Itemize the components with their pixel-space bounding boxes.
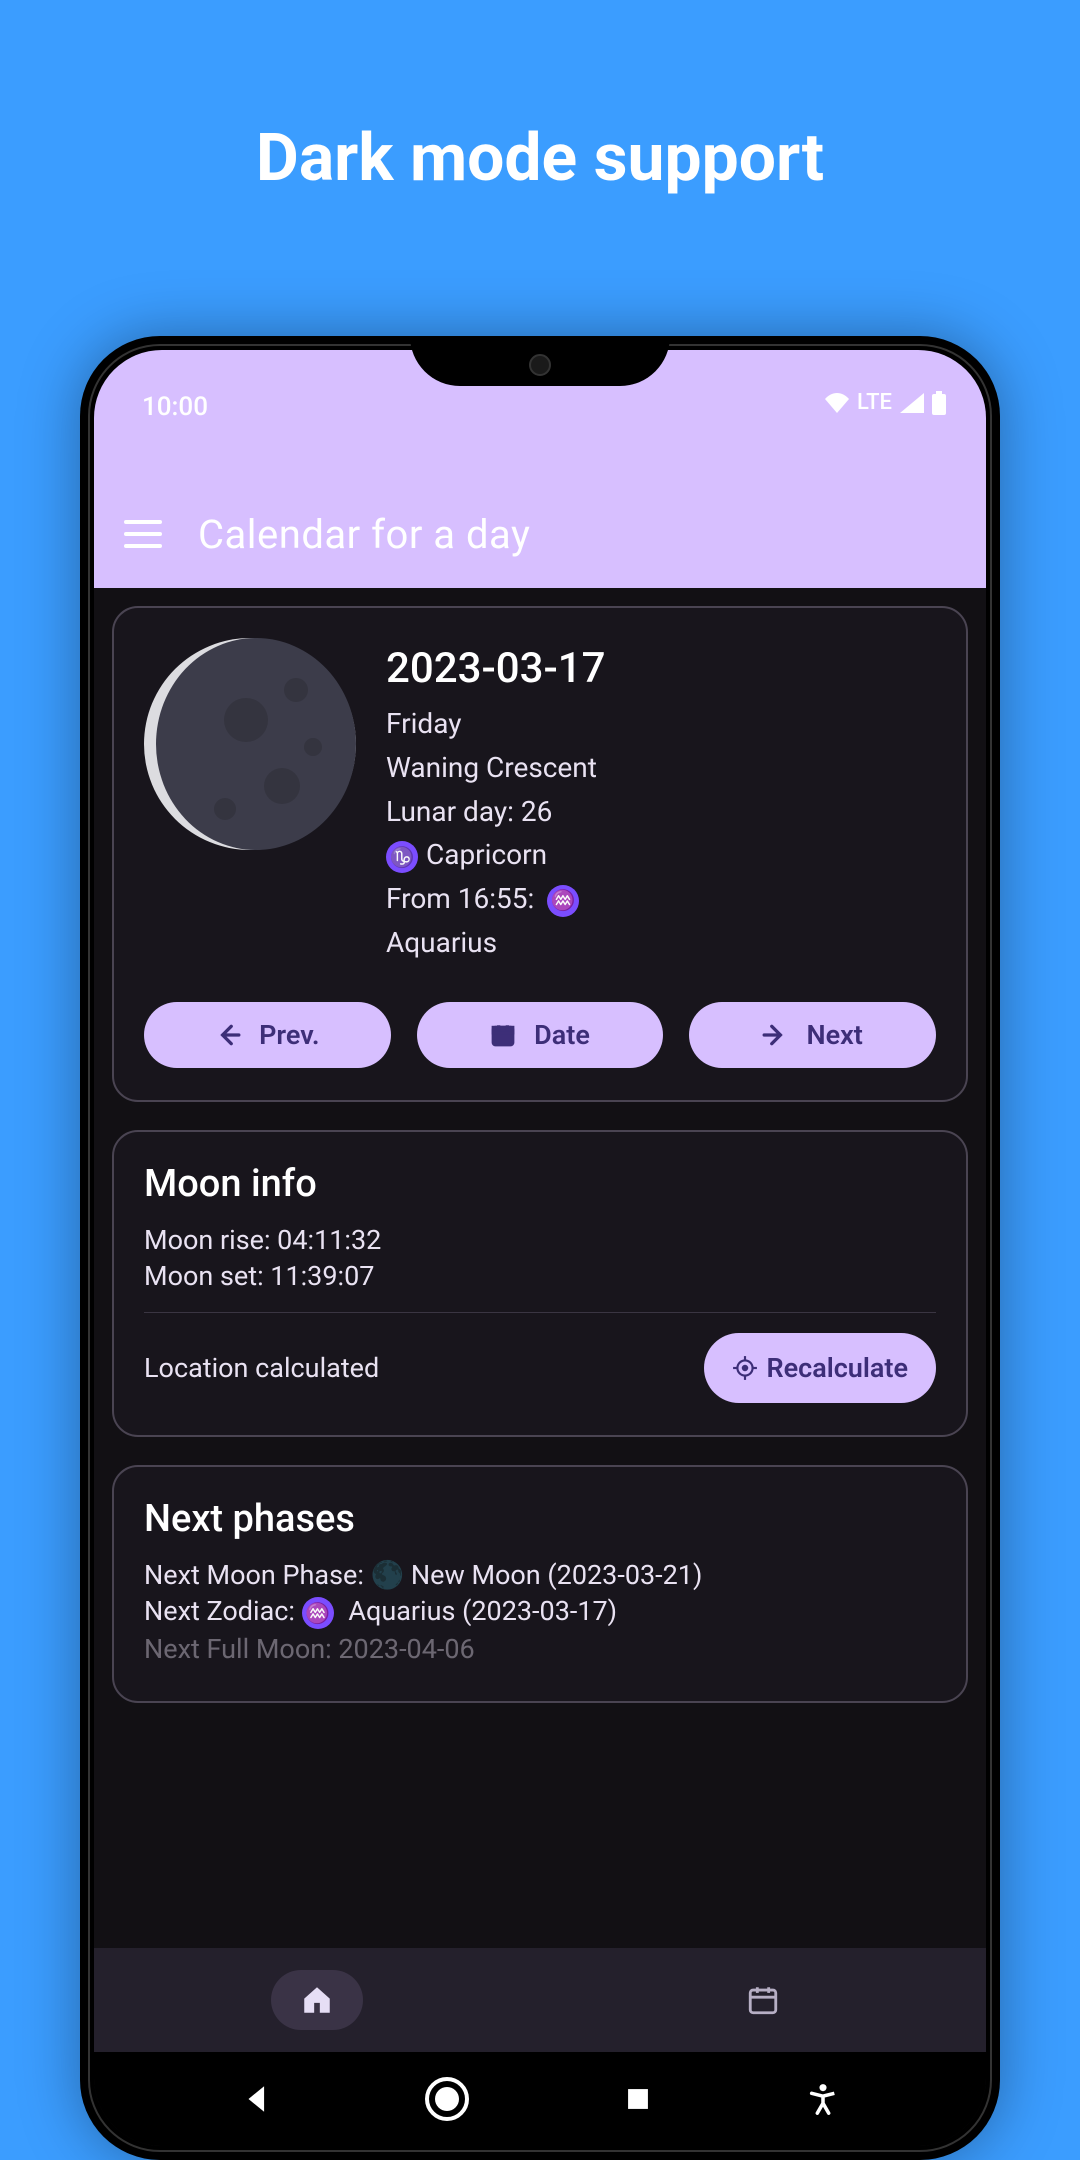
moon-rise-label: Moon rise: 04:11:32 xyxy=(144,1224,936,1256)
date-heading: 2023-03-17 xyxy=(386,644,936,693)
content-area: 2023-03-17 Friday Waning Crescent Lunar … xyxy=(94,588,986,1721)
zodiac-from-row: From 16:55: ♒ xyxy=(386,880,936,918)
phase-label: Waning Crescent xyxy=(386,749,936,787)
date-nav-row: Prev. Date Next xyxy=(144,1002,936,1068)
system-nav xyxy=(94,2052,986,2146)
menu-icon[interactable] xyxy=(124,520,162,548)
app-bar: Calendar for a day xyxy=(94,480,986,588)
nav-calendar[interactable] xyxy=(540,1948,986,2052)
prev-button[interactable]: Prev. xyxy=(144,1002,391,1068)
moon-info-card: Moon info Moon rise: 04:11:32 Moon set: … xyxy=(112,1130,968,1437)
weekday-label: Friday xyxy=(386,705,936,743)
day-info: 2023-03-17 Friday Waning Crescent Lunar … xyxy=(386,638,936,968)
zodiac-row: ♑Capricorn xyxy=(386,836,936,874)
signal-icon xyxy=(900,393,924,413)
next-button-label: Next xyxy=(806,1019,862,1051)
date-button[interactable]: Date xyxy=(417,1002,664,1068)
prev-button-label: Prev. xyxy=(259,1019,320,1051)
battery-icon xyxy=(932,391,946,415)
wifi-icon xyxy=(825,393,849,413)
accessibility-icon[interactable] xyxy=(806,2082,840,2116)
bottom-nav xyxy=(94,1948,986,2052)
next-button[interactable]: Next xyxy=(689,1002,936,1068)
zodiac-label: Capricorn xyxy=(426,838,547,871)
next-phases-card: Next phases Next Moon Phase: 🌑 New Moon … xyxy=(112,1465,968,1703)
day-card: 2023-03-17 Friday Waning Crescent Lunar … xyxy=(112,606,968,1102)
arrow-right-icon xyxy=(762,1022,788,1048)
phone-notch xyxy=(410,336,670,386)
next-full-moon-label: Next Full Moon: 2023-04-06 xyxy=(144,1633,936,1665)
back-icon[interactable] xyxy=(240,2082,274,2116)
next-zodiac-line: Next Zodiac: ♒ Aquarius (2023-03-17) xyxy=(144,1595,936,1629)
target-icon xyxy=(732,1355,758,1381)
home-icon xyxy=(300,1983,334,2017)
from-time-label: From 16:55: xyxy=(386,882,534,915)
moon-set-label: Moon set: 11:39:07 xyxy=(144,1260,936,1292)
capricorn-icon: ♑ xyxy=(386,841,418,873)
aquarius-icon: ♒ xyxy=(302,1597,334,1629)
next-phase-label: Next Moon Phase: 🌑 New Moon (2023-03-21) xyxy=(144,1559,936,1591)
home-system-icon[interactable] xyxy=(425,2077,469,2121)
lunar-day-label: Lunar day: 26 xyxy=(386,793,936,831)
recalculate-button[interactable]: Recalculate xyxy=(704,1333,936,1403)
recalculate-label: Recalculate xyxy=(766,1352,908,1384)
calendar-icon xyxy=(746,1983,780,2017)
aquarius-icon: ♒ xyxy=(547,885,579,917)
divider xyxy=(144,1312,936,1313)
moon-info-heading: Moon info xyxy=(144,1162,936,1206)
status-icons: LTE xyxy=(825,390,946,415)
next-zodiac-label: Aquarius xyxy=(386,924,936,962)
calendar-icon xyxy=(490,1022,516,1048)
location-status-label: Location calculated xyxy=(144,1352,379,1384)
moon-phase-illustration xyxy=(144,638,356,850)
promo-title: Dark mode support xyxy=(0,120,1080,197)
recents-icon[interactable] xyxy=(621,2082,655,2116)
date-button-label: Date xyxy=(534,1019,590,1051)
network-label: LTE xyxy=(857,390,892,415)
page-title: Calendar for a day xyxy=(198,511,530,558)
phone-screen: 10:00 LTE Calendar for a day xyxy=(94,350,986,2146)
nav-home[interactable] xyxy=(94,1948,540,2052)
next-phases-heading: Next phases xyxy=(144,1497,936,1541)
status-time: 10:00 xyxy=(142,392,208,422)
phone-frame: 10:00 LTE Calendar for a day xyxy=(80,336,1000,2160)
arrow-left-icon xyxy=(215,1022,241,1048)
